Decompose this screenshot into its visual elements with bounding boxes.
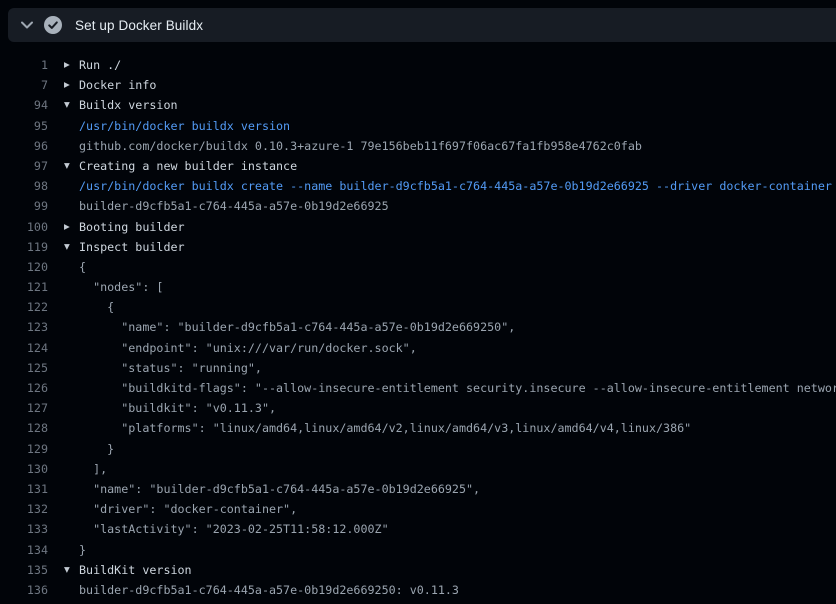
log-line: 132 "driver": "docker-container", — [0, 499, 836, 519]
line-number-link[interactable]: 119 — [0, 237, 48, 257]
log-text: "nodes": [ — [79, 277, 163, 297]
line-number-link[interactable]: 95 — [0, 116, 48, 136]
line-number-link[interactable]: 7 — [0, 75, 48, 95]
log-lines: 1 ▶ Run ./ 7 ▶ Docker info 94 ▼ Buildx v… — [0, 55, 836, 600]
log-line-group[interactable]: 135 ▼ BuildKit version — [0, 560, 836, 580]
log-text: } — [79, 540, 86, 560]
log-viewer: 1 ▶ Run ./ 7 ▶ Docker info 94 ▼ Buildx v… — [0, 42, 836, 600]
log-text: /usr/bin/docker buildx create --name bui… — [79, 176, 832, 196]
log-line: 128 "platforms": "linux/amd64,linux/amd6… — [0, 418, 836, 438]
log-text: "endpoint": "unix:///var/run/docker.sock… — [79, 338, 417, 358]
log-line: 99 builder-d9cfb5a1-c764-445a-a57e-0b19d… — [0, 196, 836, 216]
log-text: BuildKit version — [79, 560, 192, 580]
line-number-link[interactable]: 94 — [0, 95, 48, 115]
log-text: } — [79, 439, 114, 459]
log-text: "platforms": "linux/amd64,linux/amd64/v2… — [79, 418, 691, 438]
log-text: "name": "builder-d9cfb5a1-c764-445a-a57e… — [79, 479, 480, 499]
log-text: { — [79, 257, 86, 277]
line-number-link[interactable]: 122 — [0, 297, 48, 317]
log-line: 134 } — [0, 540, 836, 560]
line-number-link[interactable]: 121 — [0, 277, 48, 297]
log-text: Docker info — [79, 75, 156, 95]
log-text: /usr/bin/docker buildx version — [79, 116, 290, 136]
log-text: "status": "running", — [79, 358, 262, 378]
log-line-group[interactable]: 100 ▶ Booting builder — [0, 217, 836, 237]
log-text: ], — [79, 459, 107, 479]
log-line: 96 github.com/docker/buildx 0.10.3+azure… — [0, 136, 836, 156]
log-line: 120 { — [0, 257, 836, 277]
log-text: { — [79, 297, 114, 317]
chevron-down-icon[interactable] — [20, 18, 34, 32]
log-line: 95 /usr/bin/docker buildx version — [0, 116, 836, 136]
line-number-link[interactable]: 126 — [0, 378, 48, 398]
line-number-link[interactable]: 99 — [0, 196, 48, 216]
line-number-link[interactable]: 123 — [0, 317, 48, 337]
line-number-link[interactable]: 134 — [0, 540, 48, 560]
line-number-link[interactable]: 100 — [0, 217, 48, 237]
log-line: 129 } — [0, 439, 836, 459]
line-number-link[interactable]: 96 — [0, 136, 48, 156]
line-number-link[interactable]: 135 — [0, 560, 48, 580]
log-line: 130 ], — [0, 459, 836, 479]
log-line: 136 builder-d9cfb5a1-c764-445a-a57e-0b19… — [0, 580, 836, 600]
line-number-link[interactable]: 120 — [0, 257, 48, 277]
triangle-down-icon[interactable]: ▼ — [64, 560, 79, 580]
log-text: Booting builder — [79, 217, 185, 237]
log-text: builder-d9cfb5a1-c764-445a-a57e-0b19d2e6… — [79, 580, 459, 600]
log-line: 121 "nodes": [ — [0, 277, 836, 297]
log-line: 127 "buildkit": "v0.11.3", — [0, 398, 836, 418]
line-number-link[interactable]: 127 — [0, 398, 48, 418]
log-line: 123 "name": "builder-d9cfb5a1-c764-445a-… — [0, 317, 836, 337]
log-text: "buildkit": "v0.11.3", — [79, 398, 276, 418]
line-number-link[interactable]: 132 — [0, 499, 48, 519]
triangle-down-icon[interactable]: ▼ — [64, 156, 79, 176]
log-line: 122 { — [0, 297, 836, 317]
line-number-link[interactable]: 97 — [0, 156, 48, 176]
log-text: github.com/docker/buildx 0.10.3+azure-1 … — [79, 136, 642, 156]
log-line-group[interactable]: 7 ▶ Docker info — [0, 75, 836, 95]
log-line-group[interactable]: 97 ▼ Creating a new builder instance — [0, 156, 836, 176]
log-text: "driver": "docker-container", — [79, 499, 297, 519]
log-line-group[interactable]: 119 ▼ Inspect builder — [0, 237, 836, 257]
log-text: Creating a new builder instance — [79, 156, 297, 176]
line-number-link[interactable]: 130 — [0, 459, 48, 479]
log-line: 98 /usr/bin/docker buildx create --name … — [0, 176, 836, 196]
triangle-down-icon[interactable]: ▼ — [64, 95, 79, 115]
step-title: Set up Docker Buildx — [75, 18, 203, 33]
log-text: Run ./ — [79, 55, 121, 75]
line-number-link[interactable]: 129 — [0, 439, 48, 459]
check-circle-icon — [44, 16, 62, 34]
triangle-down-icon[interactable]: ▼ — [64, 237, 79, 257]
triangle-right-icon[interactable]: ▶ — [64, 75, 79, 95]
log-text: "name": "builder-d9cfb5a1-c764-445a-a57e… — [79, 317, 515, 337]
log-line-group[interactable]: 1 ▶ Run ./ — [0, 55, 836, 75]
line-number-link[interactable]: 125 — [0, 358, 48, 378]
line-number-link[interactable]: 98 — [0, 176, 48, 196]
log-line: 126 "buildkitd-flags": "--allow-insecure… — [0, 378, 836, 398]
log-line: 133 "lastActivity": "2023-02-25T11:58:12… — [0, 519, 836, 539]
triangle-right-icon[interactable]: ▶ — [64, 55, 79, 75]
line-number-link[interactable]: 136 — [0, 580, 48, 600]
triangle-right-icon[interactable]: ▶ — [64, 217, 79, 237]
log-text: "lastActivity": "2023-02-25T11:58:12.000… — [79, 519, 389, 539]
line-number-link[interactable]: 128 — [0, 418, 48, 438]
line-number-link[interactable]: 131 — [0, 479, 48, 499]
log-text: Buildx version — [79, 95, 178, 115]
log-text: Inspect builder — [79, 237, 185, 257]
log-text: "buildkitd-flags": "--allow-insecure-ent… — [79, 378, 836, 398]
log-text: builder-d9cfb5a1-c764-445a-a57e-0b19d2e6… — [79, 196, 389, 216]
log-line: 131 "name": "builder-d9cfb5a1-c764-445a-… — [0, 479, 836, 499]
log-line: 125 "status": "running", — [0, 358, 836, 378]
line-number-link[interactable]: 133 — [0, 519, 48, 539]
log-line-group[interactable]: 94 ▼ Buildx version — [0, 95, 836, 115]
log-line: 124 "endpoint": "unix:///var/run/docker.… — [0, 338, 836, 358]
line-number-link[interactable]: 1 — [0, 55, 48, 75]
step-header[interactable]: Set up Docker Buildx — [8, 8, 836, 42]
line-number-link[interactable]: 124 — [0, 338, 48, 358]
